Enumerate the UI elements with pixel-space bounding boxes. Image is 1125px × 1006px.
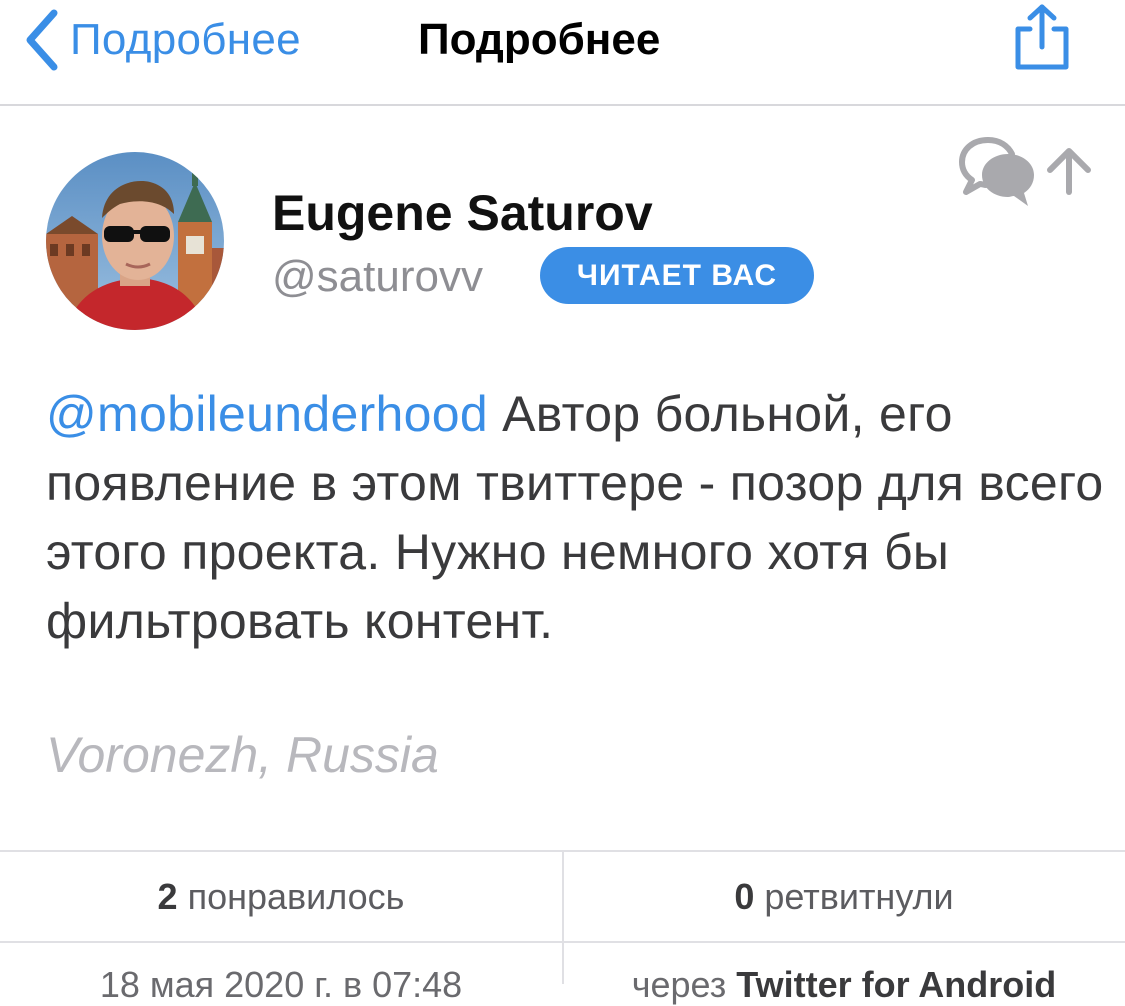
author-handle[interactable]: @saturovv (272, 252, 483, 302)
share-button[interactable] (1006, 0, 1078, 80)
back-button-label: Подробнее (70, 15, 301, 64)
author-name[interactable]: Eugene Saturov (272, 184, 653, 242)
tweet-text: @mobileunderhood Автор больной, его появ… (46, 380, 1106, 656)
tweet-client-name: Twitter for Android (736, 964, 1057, 1005)
arrow-up-icon[interactable] (1044, 146, 1094, 196)
chevron-left-icon (24, 9, 58, 71)
tweet-mention-link[interactable]: @mobileunderhood (46, 386, 488, 442)
likes-stat[interactable]: 2 понравилось (0, 852, 562, 942)
follows-you-badge: ЧИТАЕТ ВАС (540, 247, 814, 304)
retweets-label: ретвитнули (764, 876, 954, 917)
page-title: Подробнее (418, 15, 661, 64)
back-button[interactable]: Подробнее (24, 0, 301, 80)
speech-bubbles-icon[interactable] (958, 134, 1036, 208)
share-icon (1010, 3, 1074, 78)
retweets-stat[interactable]: 0 ретвитнули (563, 852, 1125, 942)
navigation-bar: Подробнее Подробнее (0, 0, 1125, 106)
tweet-location[interactable]: Voronezh, Russia (46, 726, 439, 784)
tweet-date: 18 мая 2020 г. в 07:48 (0, 964, 562, 1006)
retweets-count: 0 (734, 876, 755, 917)
tweet-client-prefix: через (631, 964, 727, 1005)
avatar[interactable] (46, 152, 224, 330)
likes-label: понравилось (187, 876, 405, 917)
tweet-client[interactable]: через Twitter for Android (563, 964, 1125, 1006)
tweet-date-text: 18 мая 2020 г. в 07:48 (99, 964, 463, 1005)
likes-count: 2 (157, 876, 178, 917)
